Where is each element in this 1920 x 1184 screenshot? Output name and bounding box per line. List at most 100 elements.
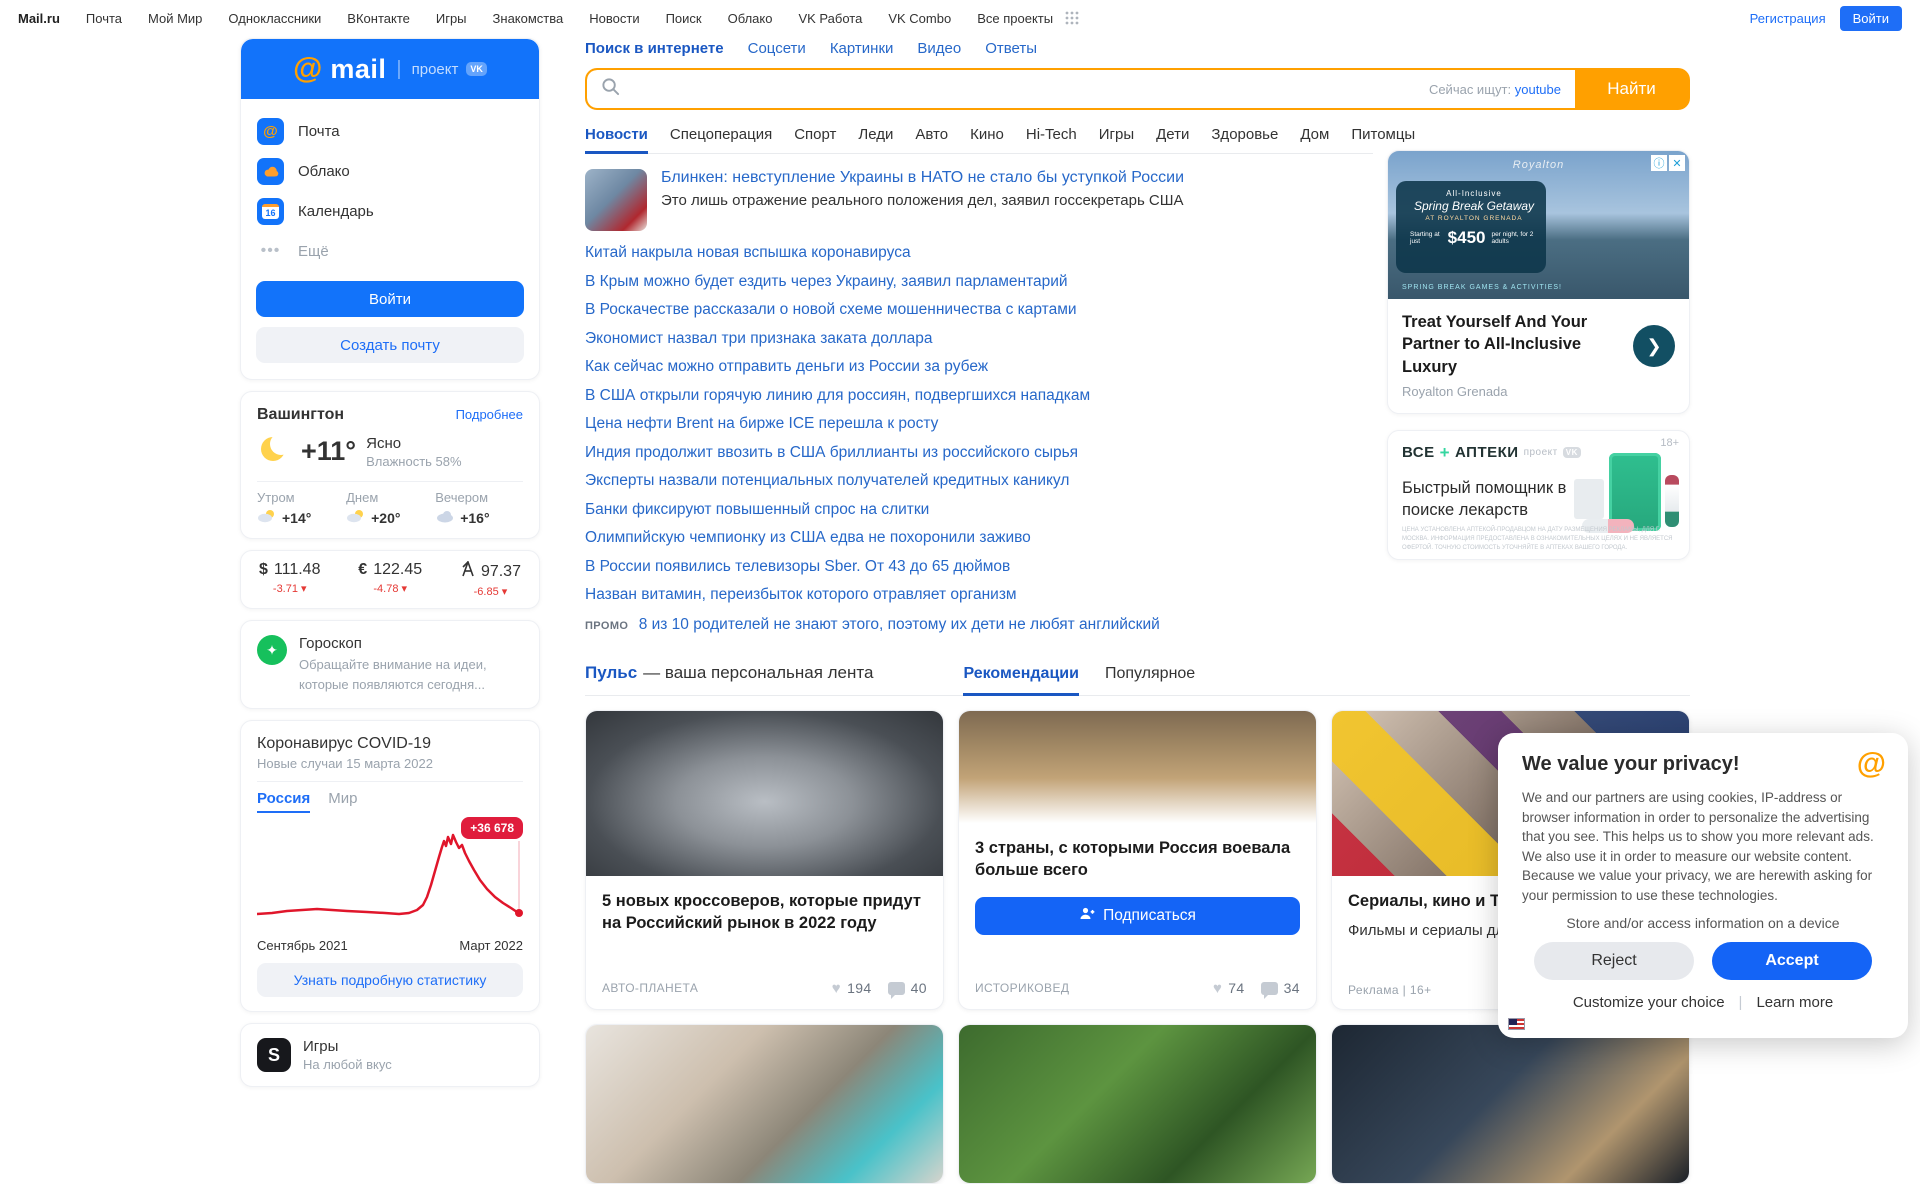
ad-banner[interactable]: Royalton ⓘ ✕ All-Inclusive Spring Break …	[1387, 150, 1690, 414]
search-input[interactable]	[630, 80, 1419, 98]
search-tab-social[interactable]: Соцсети	[748, 40, 806, 57]
ad-arrow-button[interactable]: ❯	[1633, 325, 1675, 367]
news-item[interactable]: Экономист назвал три признака заката дол…	[585, 325, 1373, 354]
topnav-item-games[interactable]: Игры	[436, 11, 467, 26]
news-tab-avto[interactable]: Авто	[915, 126, 948, 143]
pulse-card[interactable]	[958, 1023, 1317, 1184]
pulse-card[interactable]	[1331, 1023, 1690, 1184]
pulse-card-history[interactable]: 3 страны, с которыми Россия воевала боль…	[958, 709, 1317, 1010]
language-flag-icon[interactable]	[1508, 1018, 1525, 1030]
pulse-card-crossovers[interactable]: 5 новых кроссоверов, которые придут на Р…	[585, 709, 944, 1010]
news-item[interactable]: В Роскачестве рассказали о новой схеме м…	[585, 296, 1373, 325]
news-item[interactable]: Эксперты назвали потенциальных получател…	[585, 467, 1373, 496]
weather-details-link[interactable]: Подробнее	[456, 407, 523, 422]
pharmacy-ad[interactable]: 18+ ВСЕ + АПТЕКИ проект VK Быстрый помощ…	[1387, 429, 1690, 560]
sidebar-login-button[interactable]: Войти	[256, 281, 524, 317]
news-tab-sport[interactable]: Спорт	[794, 126, 836, 143]
news-tab-ledi[interactable]: Леди	[858, 126, 893, 143]
sidebar-item-cloud[interactable]: Облако	[257, 151, 523, 191]
ad-strip-text: SPRING BREAK GAMES & ACTIVITIES!	[1402, 284, 1562, 291]
search-tab-web[interactable]: Поиск в интернете	[585, 40, 724, 57]
cookie-collapsed-item[interactable]: Store and/or access information on a dev…	[1522, 915, 1884, 928]
search-tabs: Поиск в интернете Соцсети Картинки Видео…	[585, 40, 1690, 57]
weather-period-day: Днем +20°	[346, 490, 401, 526]
lead-news-item[interactable]: Блинкен: невступление Украины в НАТО не …	[585, 169, 1373, 231]
search-button[interactable]: Найти	[1575, 70, 1688, 108]
search-tab-answers[interactable]: Ответы	[985, 40, 1037, 57]
news-tab-pitomcy[interactable]: Питомцы	[1351, 126, 1415, 143]
covid-tab-russia[interactable]: Россия	[257, 790, 311, 813]
news-tab-igry[interactable]: Игры	[1099, 126, 1134, 143]
pulse-title[interactable]: Пульс	[585, 663, 637, 683]
news-item[interactable]: В России появились телевизоры Sber. От 4…	[585, 553, 1373, 582]
oil-rate[interactable]: 97.37 -6.85 ▾	[460, 559, 521, 598]
topnav-item-vk-rabota[interactable]: VK Работа	[798, 11, 862, 26]
covid-tab-world[interactable]: Мир	[328, 790, 357, 813]
topnav-item-news[interactable]: Новости	[589, 11, 639, 26]
horoscope-widget[interactable]: ✦ Гороскоп Обращайте внимание на идеи, к…	[240, 620, 540, 709]
news-tab-hitech[interactable]: Hi-Tech	[1026, 126, 1077, 143]
topnav-item-vk-combo[interactable]: VK Combo	[888, 11, 951, 26]
topnav-item-odnoklassniki[interactable]: Одноклассники	[228, 11, 321, 26]
topnav-item-cloud[interactable]: Облако	[728, 11, 773, 26]
search-tab-video[interactable]: Видео	[917, 40, 961, 57]
topnav-item-search[interactable]: Поиск	[666, 11, 702, 26]
news-tab-deti[interactable]: Дети	[1156, 126, 1189, 143]
topnav-brand[interactable]: Mail.ru	[18, 11, 60, 26]
topnav-item-vkontakte[interactable]: ВКонтакте	[347, 11, 410, 26]
search-bar: Сейчас ищут: youtube Найти	[585, 68, 1690, 110]
subscribe-button[interactable]: Подписаться	[975, 897, 1300, 936]
news-item[interactable]: Олимпийскую чемпионку из США едва не пох…	[585, 524, 1373, 553]
cookie-accept-button[interactable]: Accept	[1712, 942, 1872, 981]
news-item[interactable]: Как сейчас можно отправить деньги из Рос…	[585, 353, 1373, 382]
topnav-item-dating[interactable]: Знакомства	[493, 11, 564, 26]
news-tab-novosti[interactable]: Новости	[585, 126, 648, 154]
games-widget[interactable]: S Игры На любой вкус	[240, 1023, 540, 1087]
ad-info-icon[interactable]: ⓘ	[1651, 155, 1667, 171]
news-item[interactable]: Назван витамин, переизбыток которого отр…	[585, 581, 1373, 610]
card-title[interactable]: 5 новых кроссоверов, которые придут на Р…	[602, 890, 927, 935]
pulse-header: Пульс — ваша персональная лента Рекоменд…	[585, 663, 1690, 696]
pulse-card[interactable]	[585, 1023, 944, 1184]
promo-news-link[interactable]: 8 из 10 родителей не знают этого, поэтом…	[639, 616, 1160, 633]
ad-headline[interactable]: Treat Yourself And Your Partner to All-I…	[1402, 311, 1612, 378]
news-item[interactable]: В США открыли горячую линию для россиян,…	[585, 382, 1373, 411]
pulse-tab-popular[interactable]: Популярное	[1105, 665, 1195, 683]
usd-rate[interactable]: $ 111.48 -3.71 ▾	[259, 561, 320, 598]
news-item[interactable]: Цена нефти Brent на бирже ICE перешла к …	[585, 410, 1373, 439]
sidebar-item-more[interactable]: ••• Ещё	[257, 231, 523, 271]
topnav-item-all-projects[interactable]: Все проекты	[977, 11, 1053, 26]
card-source[interactable]: АВТО-ПЛАНЕТА	[602, 981, 698, 995]
cookie-customize-link[interactable]: Customize your choice	[1573, 994, 1725, 1011]
pulse-tab-recommendations[interactable]: Рекомендации	[963, 665, 1079, 696]
apps-grid-icon[interactable]	[1065, 11, 1079, 25]
register-link[interactable]: Регистрация	[1750, 11, 1826, 26]
comment-icon	[1260, 981, 1278, 999]
news-item[interactable]: Индия продолжит ввозить в США бриллианты…	[585, 439, 1373, 468]
news-tab-zdorovie[interactable]: Здоровье	[1211, 126, 1278, 143]
news-tab-kino[interactable]: Кино	[970, 126, 1004, 143]
cookie-learn-more-link[interactable]: Learn more	[1756, 994, 1833, 1011]
topbar-login-button[interactable]: Войти	[1839, 5, 1902, 31]
eur-rate[interactable]: € 122.45 -4.78 ▾	[358, 561, 422, 598]
topnav-item-moi-mir[interactable]: Мой Мир	[148, 11, 202, 26]
card-title[interactable]: 3 страны, с которыми Россия воевала боль…	[975, 837, 1300, 882]
lead-news-title[interactable]: Блинкен: невступление Украины в НАТО не …	[661, 169, 1184, 186]
news-tab-dom[interactable]: Дом	[1300, 126, 1329, 143]
partly-cloudy-icon	[257, 509, 277, 526]
news-item[interactable]: Китай накрыла новая вспышка коронавируса	[585, 239, 1373, 268]
card-source[interactable]: ИСТОРИКОВЕД	[975, 981, 1069, 995]
mail-logo[interactable]: @ mail | проект VK	[241, 39, 539, 99]
sidebar-item-calendar[interactable]: 16 Календарь	[257, 191, 523, 231]
news-item[interactable]: Банки фиксируют повышенный спрос на слит…	[585, 496, 1373, 525]
topnav-item-mail[interactable]: Почта	[86, 11, 122, 26]
search-hint-link[interactable]: youtube	[1515, 82, 1561, 97]
covid-stats-button[interactable]: Узнать подробную статистику	[257, 963, 523, 997]
cookie-reject-button[interactable]: Reject	[1534, 942, 1694, 981]
news-tab-specoperaciya[interactable]: Спецоперация	[670, 126, 772, 143]
news-item[interactable]: В Крым можно будет ездить через Украину,…	[585, 268, 1373, 297]
search-tab-images[interactable]: Картинки	[830, 40, 894, 57]
ad-close-icon[interactable]: ✕	[1669, 155, 1685, 171]
create-mail-button[interactable]: Создать почту	[256, 327, 524, 363]
sidebar-item-mail[interactable]: @ Почта	[257, 111, 523, 151]
